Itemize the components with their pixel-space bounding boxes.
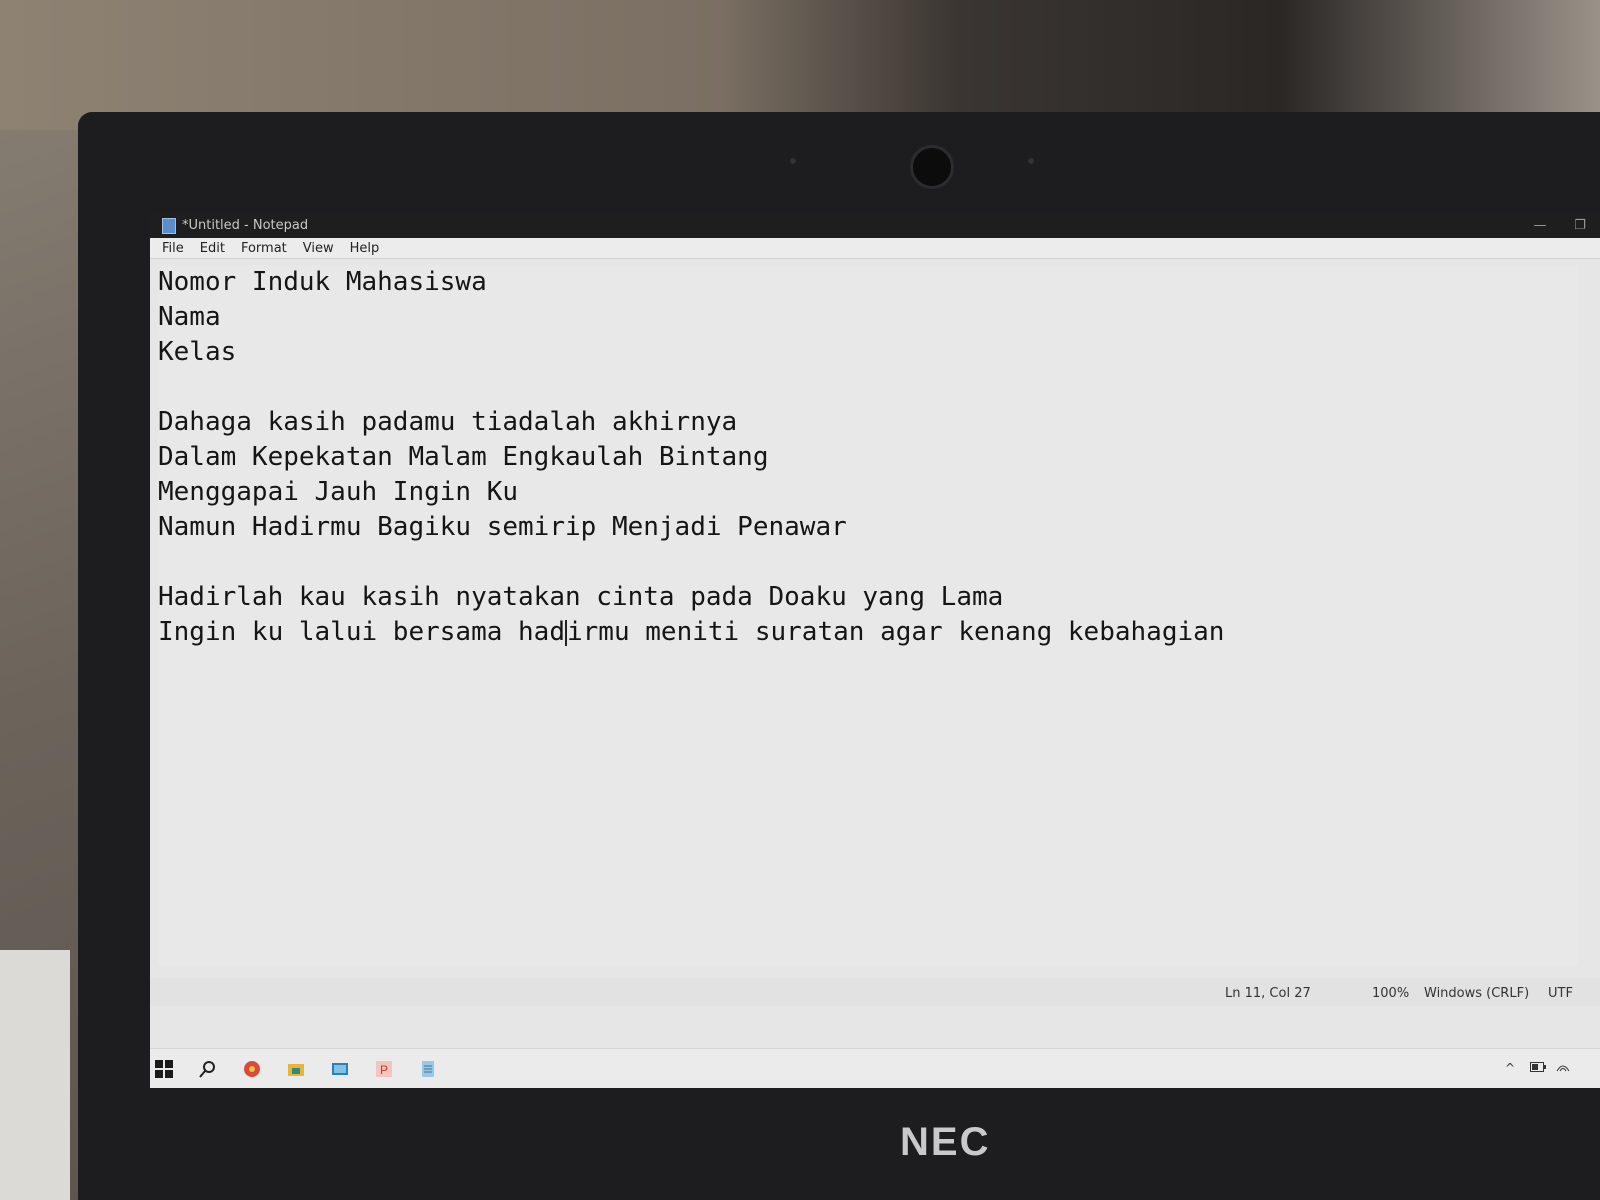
encoding: UTF [1548,986,1573,1001]
text-line: Hadirlah kau kasih nyatakan cinta pada D… [158,582,1004,612]
text-line-current: Ingin ku lalui bersama hadirmu meniti su… [158,615,1578,650]
text-line: Kelas [158,337,237,367]
text-line [158,545,1578,580]
control-panel-icon[interactable] [330,1059,350,1079]
laptop-screen: *Untitled - Notepad — ❐ File Edit Format… [150,213,1600,1088]
sensor-dot [1028,158,1034,164]
restore-button[interactable]: ❐ [1560,218,1600,233]
file-explorer-icon[interactable] [286,1059,306,1079]
menu-bar: File Edit Format View Help [150,238,1600,259]
search-icon[interactable] [198,1059,218,1079]
sensor-dot [790,158,796,164]
taskbar: P ^ [150,1048,1600,1088]
powerpoint-icon[interactable]: P [374,1059,394,1079]
text-line: Dahaga kasih padamu tiadalah akhirnya [158,407,738,437]
tray-chevron-icon[interactable]: ^ [1505,1061,1515,1075]
line-ending: Windows (CRLF) [1424,986,1530,1001]
menu-file[interactable]: File [162,241,184,256]
svg-text:P: P [380,1063,388,1077]
status-bar: Ln 11, Col 27 100% Windows (CRLF) UTF [150,978,1600,1006]
text-editor[interactable]: Nomor Induk Mahasiswa Nama Kelas Dahaga … [158,265,1578,965]
text-line: Nama [158,302,221,332]
windows-start-icon[interactable] [154,1059,174,1079]
menu-help[interactable]: Help [350,241,380,256]
notepad-task-icon[interactable] [418,1059,438,1079]
menu-format[interactable]: Format [241,241,287,256]
text-line [158,370,1578,405]
text-line: Nomor Induk Mahasiswa [158,267,487,297]
notepad-titlebar[interactable]: *Untitled - Notepad — ❐ [150,213,1600,238]
menu-edit[interactable]: Edit [200,241,225,256]
text-after-caret: irmu meniti suratan agar kenang kebahagi… [567,617,1225,647]
background-objects [0,0,1600,130]
notepad-icon [162,217,176,234]
zoom-level: 100% [1372,986,1410,1001]
text-line: Dalam Kepekatan Malam Engkaulah Bintang [158,442,769,472]
text-line: Menggapai Jauh Ingin Ku [158,477,519,507]
window-title: *Untitled - Notepad [182,218,309,233]
text-before-caret: Ingin ku lalui bersama had [158,617,565,647]
laptop-brand-logo: NEC [900,1120,991,1164]
paper-notebook [0,950,70,1200]
browser-icon[interactable] [242,1059,262,1079]
text-line: Namun Hadirmu Bagiku semirip Menjadi Pen… [158,512,847,542]
cursor-position: Ln 11, Col 27 [1225,986,1311,1001]
wifi-icon[interactable] [1555,1061,1571,1076]
battery-icon[interactable] [1530,1061,1546,1075]
menu-view[interactable]: View [303,241,334,256]
minimize-button[interactable]: — [1520,218,1560,233]
webcam [910,145,954,189]
